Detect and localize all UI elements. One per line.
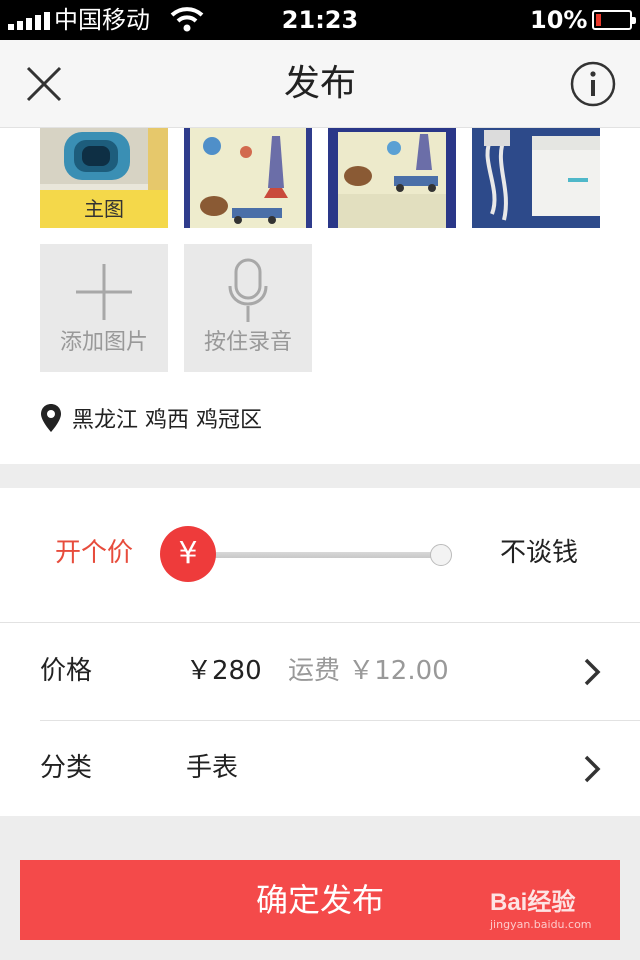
main-photo-tag: 主图 <box>40 190 168 228</box>
battery-icon <box>592 10 636 30</box>
product-photo-3[interactable] <box>328 128 456 228</box>
slider-end-dot <box>430 544 452 566</box>
free-label[interactable]: 不谈钱 <box>500 536 578 570</box>
status-bar: 中国移动 21:23 10% <box>0 0 640 40</box>
baidu-jingyan-watermark: Bai经验 jingyan.baidu.com <box>490 888 620 944</box>
shipping-fee: 运费 ￥12.00 <box>288 656 449 686</box>
add-photo-button[interactable]: 添加图片 <box>40 244 168 372</box>
detail-form: 价格 ￥280 运费 ￥12.00 分类 手表 <box>0 622 640 816</box>
location-pin-icon <box>41 404 61 432</box>
price-row[interactable]: 价格 ￥280 运费 ￥12.00 <box>0 623 640 721</box>
location-row[interactable]: 黑龙江 鸡西 鸡冠区 <box>40 398 262 438</box>
add-photo-label: 添加图片 <box>59 330 148 355</box>
info-icon[interactable] <box>570 61 616 107</box>
category-key: 分类 <box>40 753 93 783</box>
microphone-icon <box>228 258 268 322</box>
category-row[interactable]: 分类 手表 <box>0 720 640 817</box>
product-photo-main[interactable]: 主图 <box>40 128 168 228</box>
slider-track[interactable] <box>200 552 440 558</box>
hold-to-record-button[interactable]: 按住录音 <box>184 244 312 372</box>
chevron-right-icon <box>584 755 601 783</box>
product-photo-2[interactable] <box>184 128 312 228</box>
product-photo-4[interactable] <box>472 128 600 228</box>
battery-percent: 10% <box>530 6 588 34</box>
category-value: 手表 <box>186 753 239 783</box>
set-price-label[interactable]: 开个价 <box>55 536 133 570</box>
watermark-logo: Bai经验 <box>490 889 576 916</box>
price-key: 价格 <box>40 656 93 686</box>
slider-knob-yuan-icon[interactable]: ¥ <box>160 526 216 582</box>
price-value: ￥280 <box>186 656 262 686</box>
nav-bar: 发布 <box>0 40 640 128</box>
price-mode-slider: 开个价 ¥ 不谈钱 <box>0 488 640 622</box>
location-text: 黑龙江 鸡西 鸡冠区 <box>72 408 262 433</box>
photo-section: 主图 添加图片 按住录音 黑龙江 鸡西 鸡冠区 <box>0 128 640 464</box>
close-icon[interactable] <box>22 62 66 106</box>
watermark-url: jingyan.baidu.com <box>490 918 592 931</box>
chevron-right-icon <box>584 658 601 686</box>
page-title: 发布 <box>283 63 356 104</box>
hold-to-record-label: 按住录音 <box>203 330 292 355</box>
plus-icon <box>76 264 132 320</box>
